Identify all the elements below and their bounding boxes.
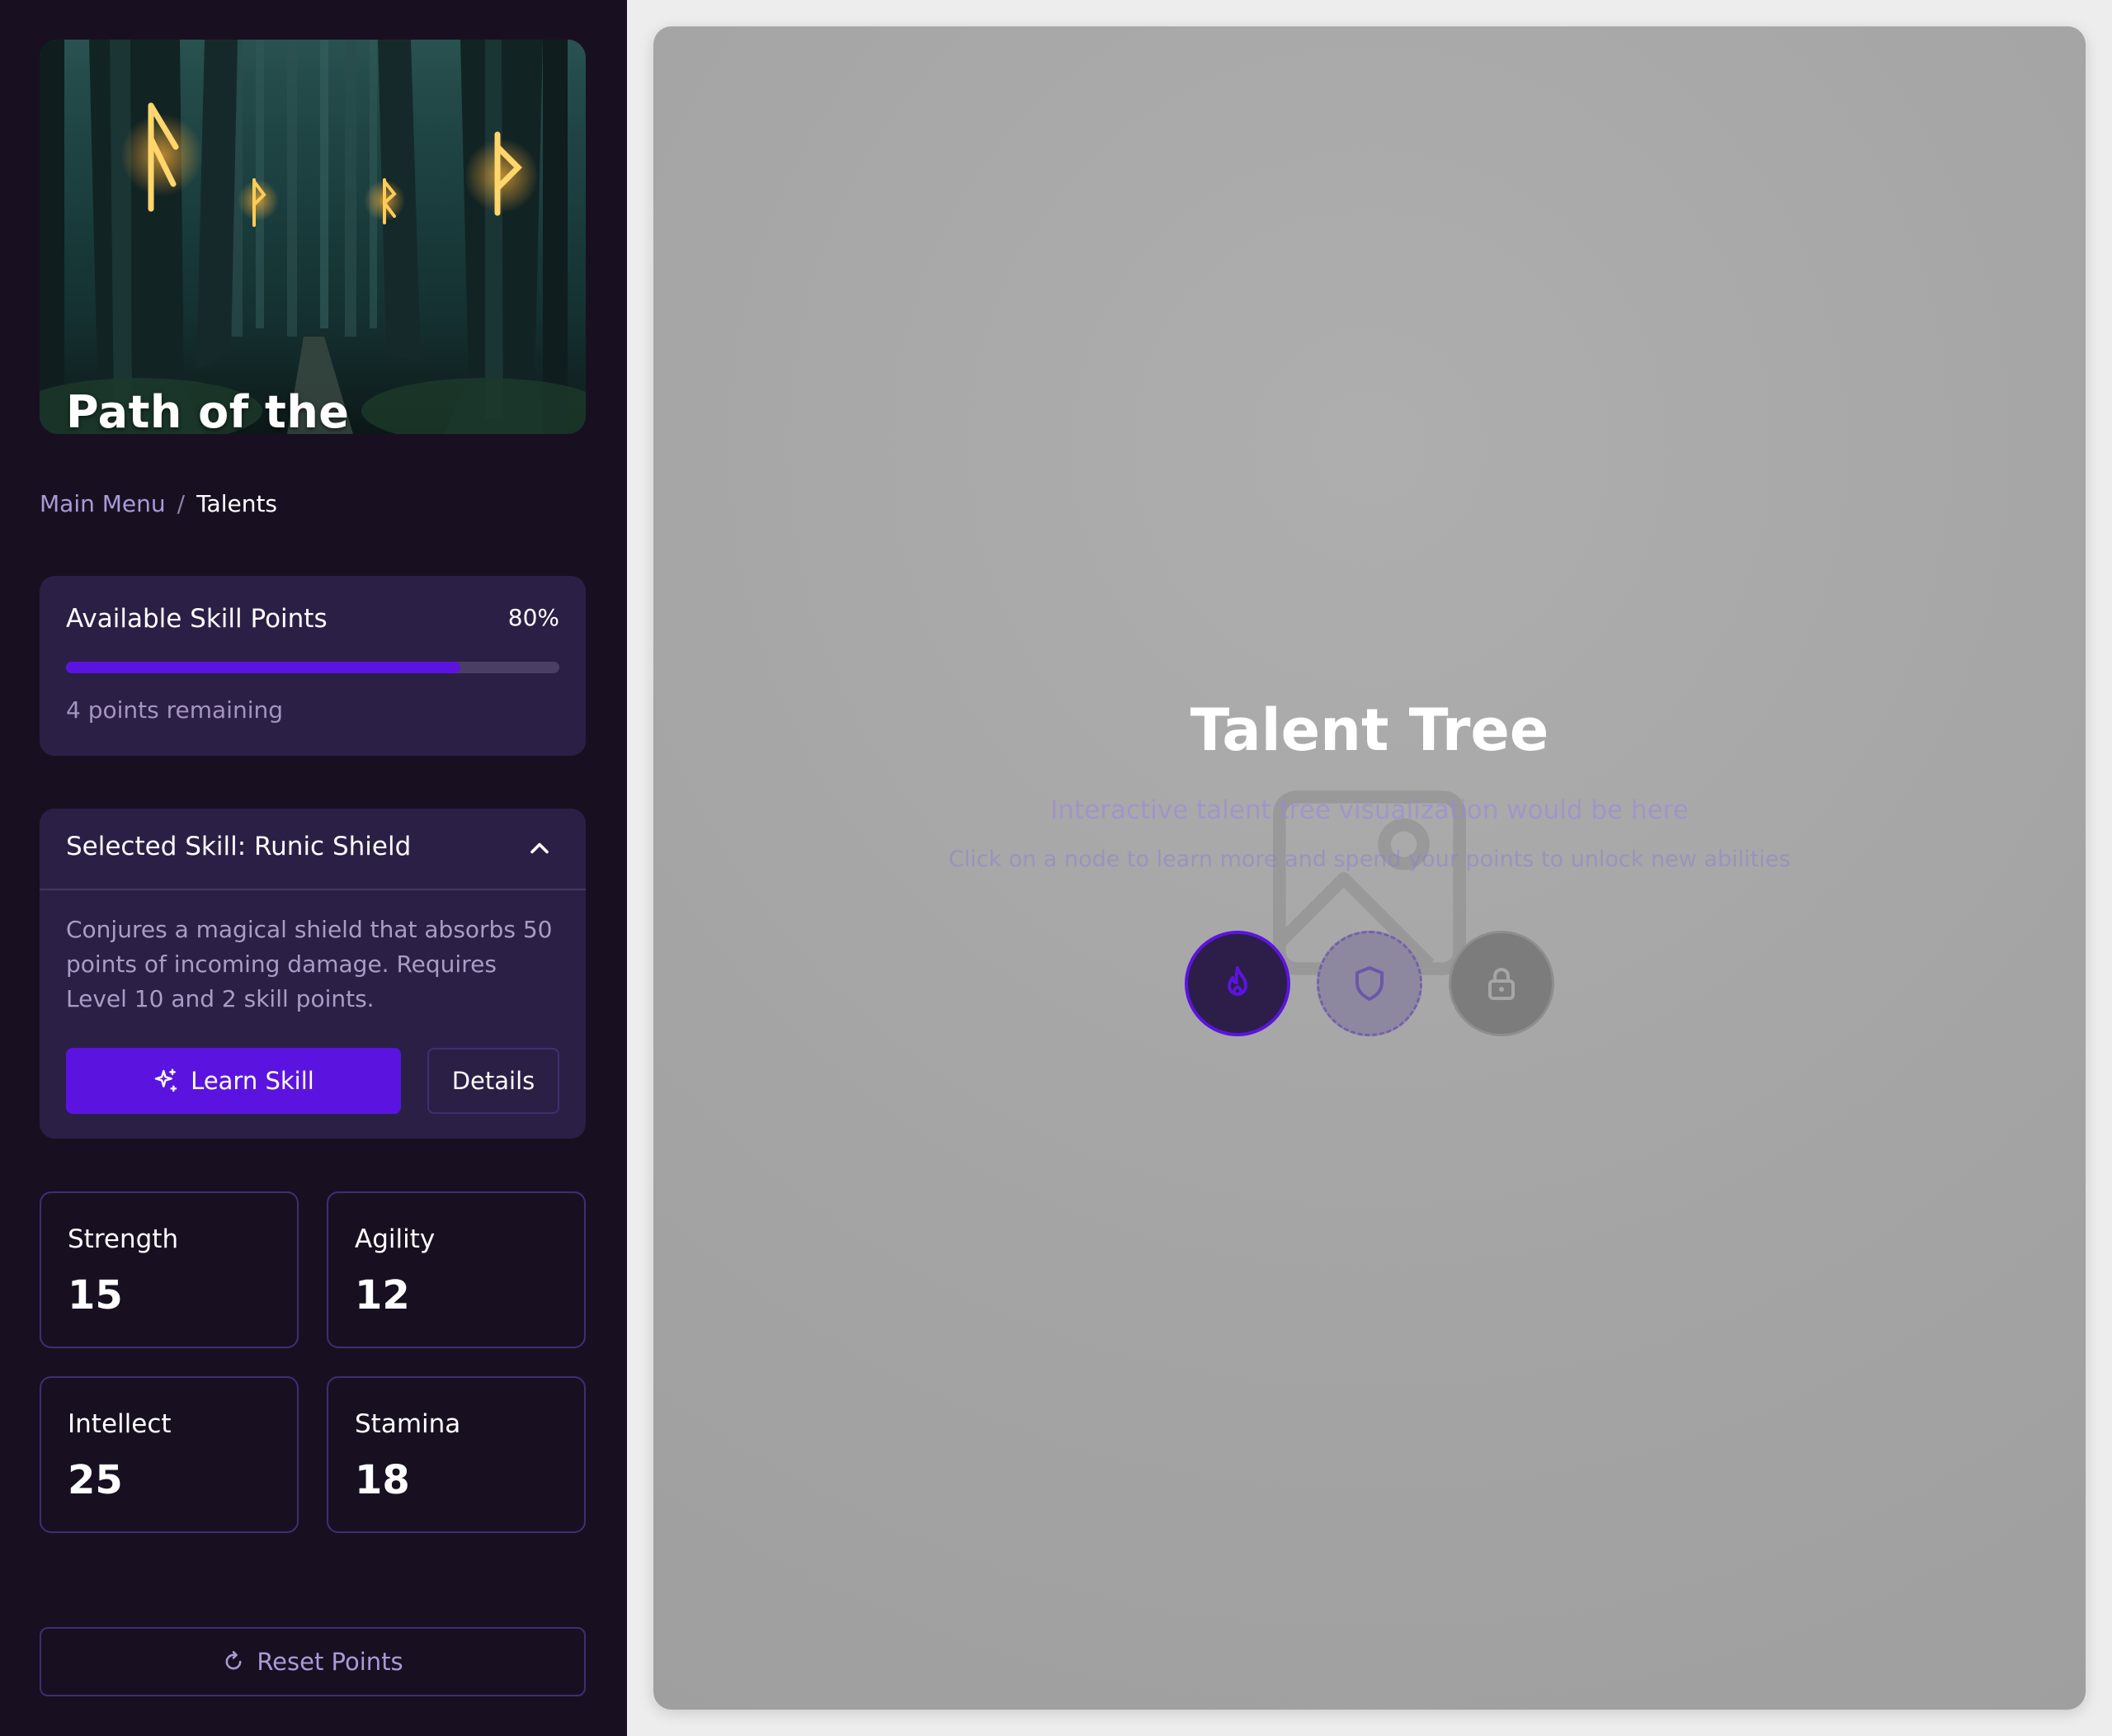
skill-points-title: Available Skill Points	[66, 604, 328, 634]
stat-card-stamina: Stamina 18	[327, 1376, 586, 1533]
refresh-icon	[225, 1651, 242, 1670]
details-button[interactable]: Details	[427, 1048, 559, 1114]
sidebar: Path of the Ancients Main Menu / Talents A…	[0, 0, 627, 1736]
talent-node-fire[interactable]	[1185, 931, 1290, 1036]
skill-points-card: Available Skill Points 80% 4 points rema…	[40, 576, 586, 756]
selected-skill-panel: Selected Skill: Runic Shield Conjures a …	[40, 809, 586, 1139]
stat-card-intellect: Intellect 25	[40, 1376, 299, 1533]
breadcrumb-current: Talents	[196, 490, 278, 517]
learn-skill-button[interactable]: Learn Skill	[66, 1048, 401, 1114]
skill-points-progress-fill	[66, 662, 461, 673]
breadcrumb-main-menu-link[interactable]: Main Menu	[40, 490, 166, 517]
stat-card-agility: Agility 12	[327, 1191, 586, 1348]
selected-skill-description: Conjures a magical shield that absorbs 5…	[66, 916, 553, 1012]
stat-value: 12	[355, 1272, 410, 1319]
stat-value: 18	[355, 1457, 410, 1503]
chevron-up-icon[interactable]	[525, 833, 554, 863]
stat-label: Strength	[68, 1224, 179, 1254]
talent-node-locked[interactable]	[1449, 931, 1554, 1036]
talent-tree-subtitle: Interactive talent tree visualization wo…	[1050, 795, 1689, 825]
stat-value: 15	[68, 1272, 123, 1319]
skill-points-progress-bar	[66, 662, 559, 673]
talent-tree-panel: Talent Tree Interactive talent tree visu…	[653, 26, 2086, 1710]
skill-points-percent: 80%	[507, 604, 559, 631]
talent-tree-hint: Click on a node to learn more and spend …	[948, 847, 1791, 872]
page-title: Path of the Ancients	[66, 386, 350, 434]
lock-icon	[1488, 968, 1515, 1000]
reset-points-button[interactable]: Reset Points	[40, 1627, 586, 1696]
stat-label: Stamina	[355, 1409, 461, 1439]
selected-skill-header[interactable]: Selected Skill: Runic Shield	[40, 809, 586, 890]
talent-tree-title: Talent Tree	[1190, 696, 1549, 764]
stat-label: Intellect	[68, 1409, 172, 1439]
hero-banner: Path of the Ancients	[40, 40, 586, 434]
fire-icon	[1228, 966, 1247, 996]
breadcrumb-separator: /	[177, 490, 186, 517]
learn-skill-label: Learn Skill	[191, 1067, 314, 1095]
shield-icon	[1355, 966, 1384, 1001]
breadcrumb: Main Menu / Talents	[40, 490, 277, 517]
sparkles-icon	[154, 1068, 177, 1092]
reset-points-label: Reset Points	[257, 1648, 403, 1676]
details-label: Details	[451, 1067, 535, 1095]
stat-label: Agility	[355, 1224, 436, 1254]
stat-value: 25	[68, 1457, 123, 1503]
forest-rune-illustration	[40, 40, 586, 434]
stat-card-strength: Strength 15	[40, 1191, 299, 1348]
talent-node-shield[interactable]	[1317, 931, 1422, 1036]
skill-points-remaining: 4 points remaining	[66, 696, 283, 724]
selected-skill-title: Selected Skill: Runic Shield	[66, 832, 412, 861]
